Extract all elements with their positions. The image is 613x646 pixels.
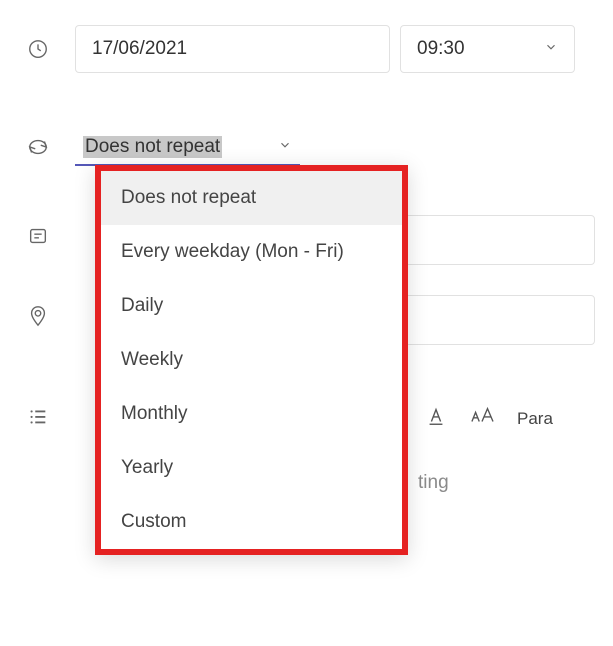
time-value: 09:30 bbox=[417, 38, 465, 60]
chevron-down-icon bbox=[544, 38, 558, 60]
chevron-down-icon bbox=[278, 136, 292, 158]
location-icon bbox=[0, 305, 75, 327]
clock-icon bbox=[0, 38, 75, 60]
font-size-icon[interactable] bbox=[469, 405, 495, 433]
repeat-icon bbox=[0, 136, 75, 158]
repeat-select[interactable]: Does not repeat bbox=[75, 128, 300, 166]
repeat-option[interactable]: Daily bbox=[101, 279, 402, 333]
format-toolbar: Para bbox=[425, 405, 553, 433]
meeting-text-fragment: ting bbox=[418, 472, 449, 494]
repeat-option[interactable]: Custom bbox=[101, 495, 402, 549]
repeat-selected-value: Does not repeat bbox=[83, 136, 222, 158]
repeat-option[interactable]: Monthly bbox=[101, 387, 402, 441]
repeat-option[interactable]: Does not repeat bbox=[101, 171, 402, 225]
date-value: 17/06/2021 bbox=[92, 38, 187, 60]
font-color-icon[interactable] bbox=[425, 405, 447, 433]
repeat-dropdown: Does not repeat Every weekday (Mon - Fri… bbox=[95, 165, 408, 555]
time-select[interactable]: 09:30 bbox=[400, 25, 575, 73]
channel-icon bbox=[0, 225, 75, 247]
date-input[interactable]: 17/06/2021 bbox=[75, 25, 390, 73]
repeat-option[interactable]: Every weekday (Mon - Fri) bbox=[101, 225, 402, 279]
repeat-option[interactable]: Weekly bbox=[101, 333, 402, 387]
datetime-row: 17/06/2021 09:30 bbox=[0, 15, 613, 83]
description-icon bbox=[0, 405, 75, 427]
paragraph-label[interactable]: Para bbox=[517, 409, 553, 429]
repeat-option[interactable]: Yearly bbox=[101, 441, 402, 495]
